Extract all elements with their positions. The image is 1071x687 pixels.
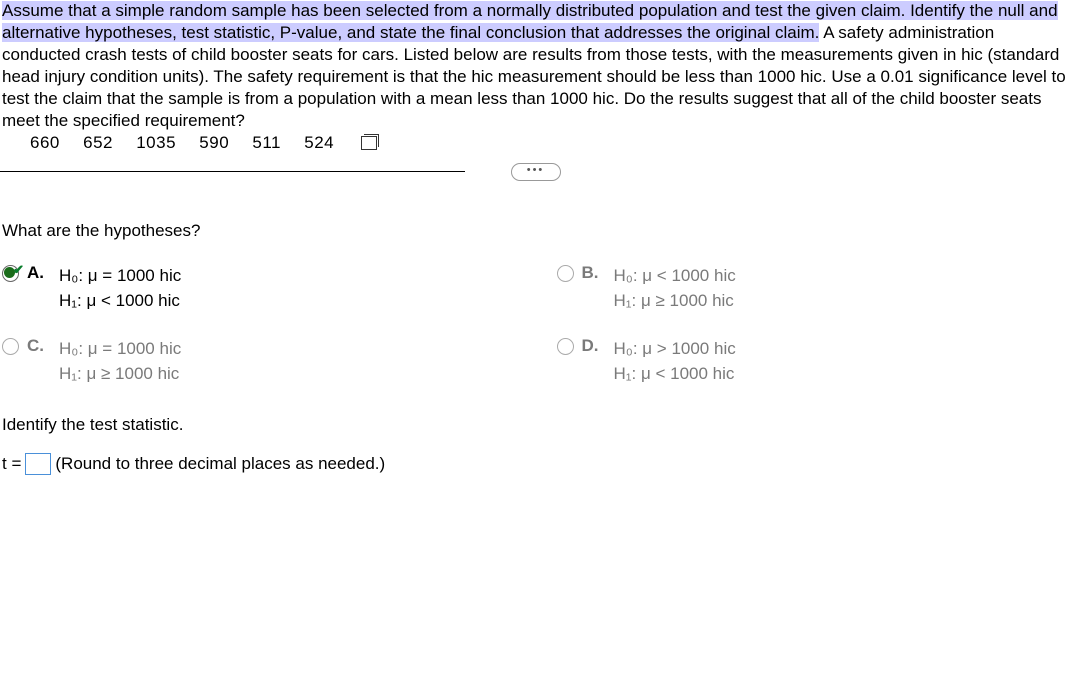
data-values-row: 660 652 1035 590 511 524	[0, 133, 1071, 153]
option-label-d: D.	[582, 336, 602, 356]
option-c[interactable]: C. H₀: μ = 1000 hic H₁: μ ≥ 1000 hic	[2, 336, 517, 387]
radio-button-d[interactable]	[557, 338, 574, 355]
more-button[interactable]: •••	[511, 163, 561, 181]
option-b[interactable]: B. H₀: μ < 1000 hic H₁: μ ≥ 1000 hic	[557, 263, 1071, 314]
option-b-h0: H₀: μ < 1000 hic	[614, 263, 736, 289]
option-a-h0: H₀: μ = 1000 hic	[59, 263, 181, 289]
data-value: 652	[83, 133, 113, 152]
round-instruction: (Round to three decimal places as needed…	[55, 454, 385, 474]
option-label-c: C.	[27, 336, 47, 356]
data-value: 590	[199, 133, 229, 152]
check-icon: ✔	[13, 262, 24, 278]
option-a-h1: H₁: μ < 1000 hic	[59, 288, 181, 314]
data-value: 660	[30, 133, 60, 152]
option-a[interactable]: ✔ A. H₀: μ = 1000 hic H₁: μ < 1000 hic	[2, 263, 517, 314]
option-label-b: B.	[582, 263, 602, 283]
copy-icon[interactable]	[361, 136, 377, 150]
option-d[interactable]: D. H₀: μ > 1000 hic H₁: μ < 1000 hic	[557, 336, 1071, 387]
option-b-h1: H₁: μ ≥ 1000 hic	[614, 288, 736, 314]
option-d-h0: H₀: μ > 1000 hic	[614, 336, 736, 362]
t-label: t =	[2, 454, 21, 474]
option-c-h0: H₀: μ = 1000 hic	[59, 336, 181, 362]
option-d-h1: H₁: μ < 1000 hic	[614, 361, 736, 387]
t-input[interactable]	[25, 453, 51, 475]
data-value: 1035	[136, 133, 176, 152]
data-value: 524	[304, 133, 334, 152]
data-value: 511	[252, 133, 281, 152]
radio-button-c[interactable]	[2, 338, 19, 355]
hypotheses-question: What are the hypotheses?	[2, 221, 1071, 241]
statistic-question: Identify the test statistic.	[2, 415, 1071, 435]
radio-button-a[interactable]: ✔	[2, 265, 19, 282]
separator-line	[0, 171, 465, 172]
option-c-h1: H₁: μ ≥ 1000 hic	[59, 361, 181, 387]
problem-intro: Assume that a simple random sample has b…	[0, 0, 1071, 133]
option-label-a: A.	[27, 263, 47, 283]
radio-button-b[interactable]	[557, 265, 574, 282]
